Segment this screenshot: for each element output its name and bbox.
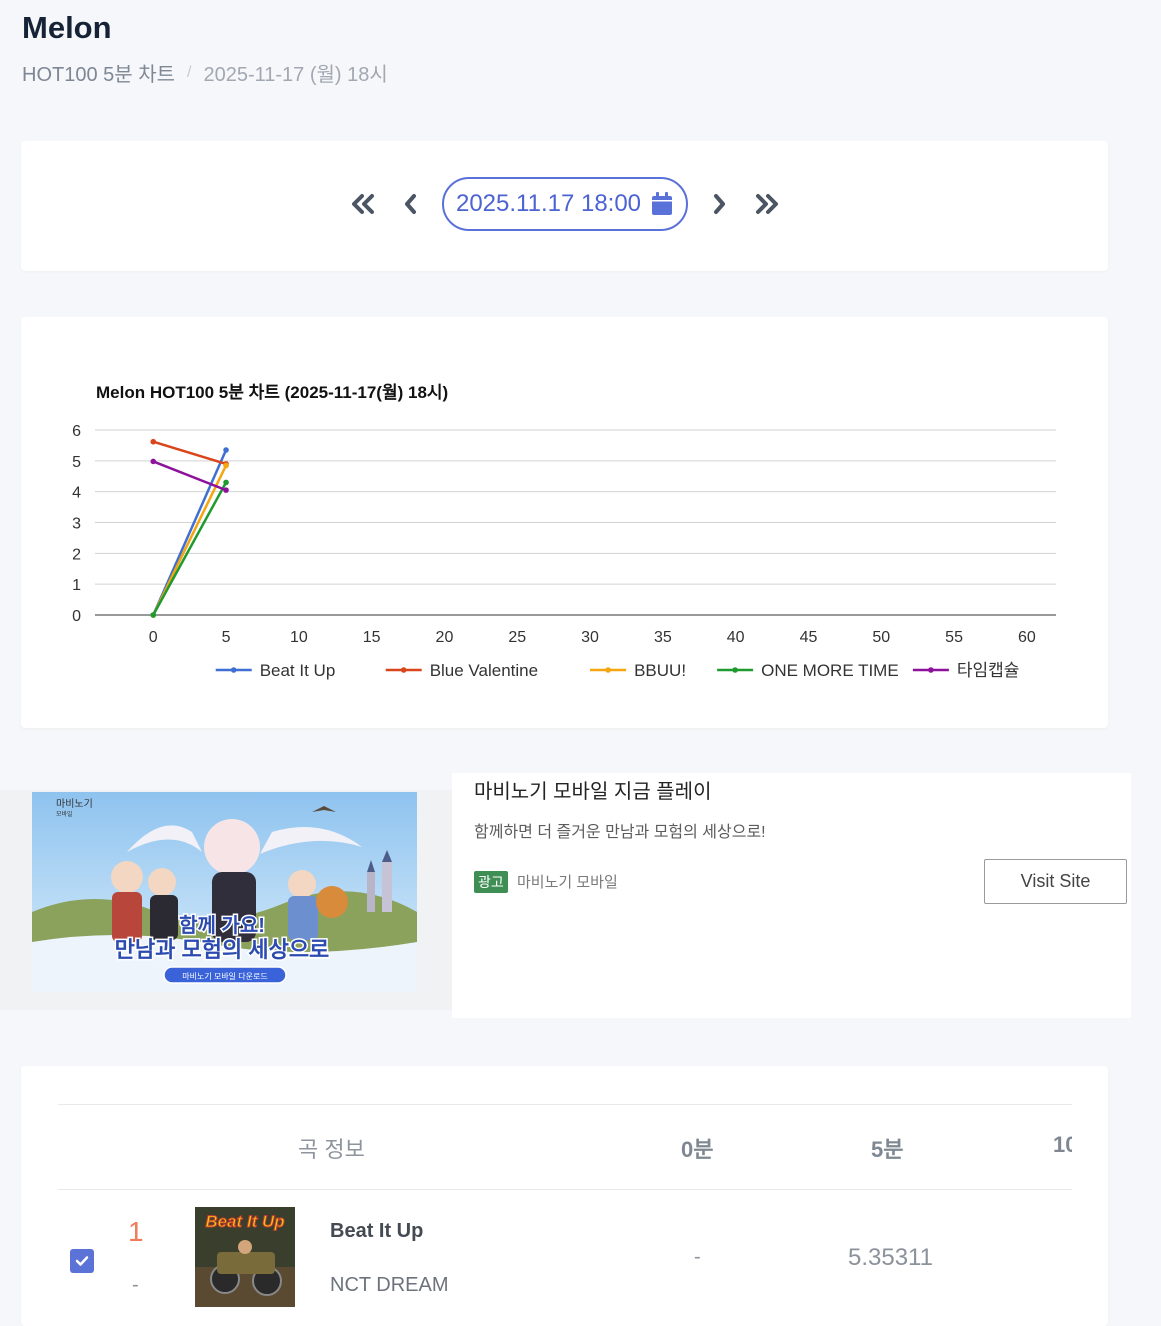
ad-image-button: 마비노기 모바일 다운로드 xyxy=(182,971,267,981)
legend-label: Beat It Up xyxy=(260,661,336,680)
double-chevron-right-icon xyxy=(755,194,778,214)
rank-number: 1 xyxy=(128,1216,144,1247)
score-minute-0: - xyxy=(694,1246,701,1268)
album-art[interactable]: Beat It Up xyxy=(195,1207,295,1307)
legend-marker xyxy=(732,667,738,673)
x-tick-label: 55 xyxy=(945,629,963,646)
double-chevron-left-icon xyxy=(351,194,374,214)
song-artist[interactable]: NCT DREAM xyxy=(330,1274,449,1297)
rank-change: - xyxy=(132,1274,139,1296)
date-navigation-card: 2025.11.17 18:00 xyxy=(21,141,1108,271)
legend-marker xyxy=(400,667,407,673)
ad-headline-2: 만남과 모험의 세상으로 xyxy=(115,937,330,962)
chart-table: 곡 정보 0분 5분 10 1 - Beat It Up Beat It Up … xyxy=(58,1104,1072,1317)
ad-logo-sub: 모바일 xyxy=(56,810,73,818)
header-minute-0[interactable]: 0분 xyxy=(681,1132,713,1164)
next-button[interactable] xyxy=(702,187,736,221)
data-point xyxy=(150,458,157,465)
x-tick-label: 10 xyxy=(290,629,308,646)
x-tick-label: 20 xyxy=(436,629,454,646)
legend-marker xyxy=(230,667,237,673)
header-minute-10[interactable]: 10 xyxy=(1053,1132,1072,1158)
ad-advertiser: 마비노기 모바일 xyxy=(517,874,618,891)
ad-image[interactable]: 마비노기 모바일 함께 가요! 만남과 모험의 세상으로 마비노기 모바일 다운… xyxy=(32,792,417,992)
line-chart: Melon HOT100 5분 차트 (2025-11-17(월) 18시) 0 1… xyxy=(72,383,1056,680)
previous-button[interactable] xyxy=(394,187,428,221)
legend-label: ONE MORE TIME xyxy=(761,661,899,680)
visit-site-button[interactable]: Visit Site xyxy=(984,859,1127,904)
ad-illustration: 마비노기 모바일 함께 가요! 만남과 모험의 세상으로 마비노기 모바일 다운… xyxy=(32,792,417,992)
current-datetime: 2025.11.17 18:00 xyxy=(455,190,642,217)
breadcrumb-separator: / xyxy=(187,63,192,81)
ad-logo: 마비노기 xyxy=(56,798,93,810)
ad-title[interactable]: 마비노기 모바일 지금 플레이 xyxy=(474,775,711,804)
header-minute-5[interactable]: 5분 xyxy=(871,1132,903,1164)
data-point xyxy=(223,479,229,486)
album-art-text: Beat It Up xyxy=(205,1212,284,1231)
x-tick-label: 40 xyxy=(727,629,745,646)
chevron-right-icon xyxy=(713,194,725,214)
x-tick-label: 5 xyxy=(222,629,231,646)
y-tick-label: 0 xyxy=(72,608,81,625)
x-tick-label: 15 xyxy=(363,629,381,646)
data-point xyxy=(150,438,157,445)
legend-label: Blue Valentine xyxy=(430,661,538,680)
data-point xyxy=(223,462,229,469)
y-tick-label: 5 xyxy=(72,454,81,471)
x-tick-label: 60 xyxy=(1018,629,1036,646)
chart-card: Melon HOT100 5분 차트 (2025-11-17(월) 18시) 0 1… xyxy=(21,317,1108,728)
y-tick-label: 2 xyxy=(72,546,81,563)
y-tick-label: 4 xyxy=(72,485,81,502)
series-line xyxy=(152,481,228,616)
x-tick-label: 0 xyxy=(149,629,158,646)
x-tick-label: 30 xyxy=(581,629,599,646)
x-tick-label: 50 xyxy=(872,629,890,646)
breadcrumb-item-date: 2025-11-17 (월) 18시 xyxy=(203,64,388,86)
score-minute-5: 5.35311 xyxy=(848,1244,933,1271)
breadcrumb-item-chart[interactable]: HOT100 5분 차트 xyxy=(22,58,175,87)
chevron-left-icon xyxy=(404,194,416,214)
song-title[interactable]: Beat It Up xyxy=(330,1220,423,1243)
calendar-icon xyxy=(652,192,673,215)
y-tick-label: 3 xyxy=(72,516,81,533)
row-checkbox[interactable] xyxy=(70,1249,94,1273)
last-page-button[interactable] xyxy=(750,187,784,221)
ad-description: 함께하면 더 즐거운 만남과 모험의 세상으로! xyxy=(474,824,766,841)
header-song-info: 곡 정보 xyxy=(298,1137,365,1162)
ad-badge: 광고 xyxy=(474,871,508,893)
first-page-button[interactable] xyxy=(346,187,380,221)
page-title: Melon xyxy=(22,10,112,45)
date-picker-button[interactable]: 2025.11.17 18:00 xyxy=(441,177,688,231)
x-tick-label: 45 xyxy=(800,629,818,646)
ad-headline-1: 함께 가요! xyxy=(179,914,265,937)
data-point xyxy=(223,447,229,453)
legend-label: 타임캡슐 xyxy=(957,661,1020,680)
table-top-border xyxy=(58,1104,1072,1105)
x-tick-label: 25 xyxy=(508,629,526,646)
legend-marker xyxy=(605,667,611,673)
legend-label: BBUU! xyxy=(634,661,686,680)
breadcrumb: HOT100 5분 차트 / 2025-11-17 (월) 18시 xyxy=(22,58,388,87)
table-header-border xyxy=(58,1189,1072,1190)
chart-title: Melon HOT100 5분 차트 (2025-11-17(월) 18시) xyxy=(96,383,448,402)
y-tick-label: 6 xyxy=(72,423,81,440)
check-icon xyxy=(75,1256,89,1266)
data-point xyxy=(150,612,157,618)
legend-marker xyxy=(928,667,934,673)
data-point xyxy=(223,487,229,493)
x-tick-label: 35 xyxy=(654,629,672,646)
y-tick-label: 1 xyxy=(72,577,81,594)
